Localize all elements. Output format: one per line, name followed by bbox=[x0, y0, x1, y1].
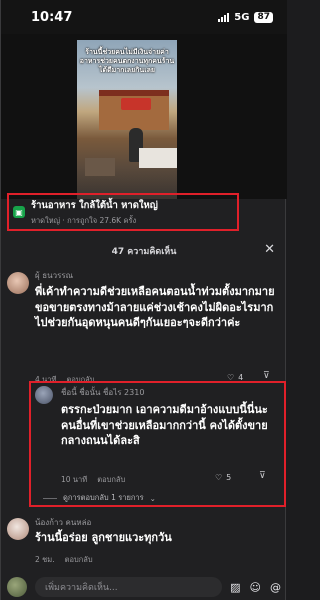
reply-button[interactable]: ตอบกลับ bbox=[97, 474, 125, 486]
comment-body: พี่เค้าทำความดีช่วยเหลือคนตอนน้ำท่วมตั้ง… bbox=[35, 285, 275, 329]
comment-input[interactable]: เพิ่มความคิดเห็น... bbox=[35, 577, 223, 597]
network-label: 5G bbox=[234, 11, 250, 23]
heart-icon: ♡ bbox=[215, 473, 223, 482]
image-icon[interactable]: ▨ bbox=[230, 581, 240, 594]
like-button[interactable]: ♡ 5 bbox=[215, 473, 231, 482]
signal-icon bbox=[218, 12, 230, 22]
comments-screen: 10:47 5G 87 ร้านนี้ช่วยคนไม่มีเงินจ่ายค่… bbox=[0, 0, 287, 600]
comments-count: 47 ความคิดเห็น bbox=[111, 247, 177, 257]
status-time: 10:47 bbox=[31, 9, 73, 25]
comment-body: ตรรกะป่วยมาก เอาความดีมาอ้างแบบนี้นี่นะ … bbox=[61, 403, 268, 447]
like-count: 5 bbox=[226, 473, 232, 482]
view-replies-button[interactable]: ดูการตอบกลับ 1 รายการ ⌄ bbox=[43, 492, 156, 504]
page-icon: ▣ bbox=[13, 206, 25, 218]
emoji-icon[interactable]: ☺ bbox=[250, 581, 261, 594]
comment-body: ร้านนี้อร่อย ลูกชายแวะทุกวัน bbox=[35, 531, 172, 544]
comment-footer: 2 ชม. ตอบกลับ bbox=[35, 554, 93, 566]
comment-username[interactable]: ชื่อนี้ ชื่อนั้น ชื่อไร 2310 bbox=[61, 386, 144, 399]
replies-line bbox=[43, 497, 57, 499]
comment-username[interactable]: ผุ้ ธนวรรณ bbox=[35, 269, 73, 282]
comment-username[interactable]: น้องก้าว คนหล่อ bbox=[35, 516, 91, 529]
close-icon[interactable]: ✕ bbox=[264, 242, 275, 257]
view-replies-label: ดูการตอบกลับ 1 รายการ bbox=[63, 493, 144, 502]
video-thumbnail[interactable]: ร้านนี้ช่วยคนไม่มีเงินจ่ายค่าอาหารช่วยคน… bbox=[77, 40, 177, 199]
table-shape bbox=[139, 148, 177, 168]
comment-time: 2 ชม. bbox=[35, 555, 55, 564]
reply-button[interactable]: ตอบกลับ bbox=[65, 554, 93, 566]
boxes-shape bbox=[85, 158, 115, 176]
chevron-down-icon: ⌄ bbox=[149, 493, 156, 503]
status-indicators: 5G 87 bbox=[218, 11, 273, 23]
building-shape bbox=[99, 90, 169, 130]
avatar[interactable] bbox=[7, 518, 29, 540]
source-title[interactable]: ร้านอาหาร ใกล้ใต้น้ำ หาดใหญ่ bbox=[31, 198, 158, 213]
input-actions: ▨ ☺ @ bbox=[230, 581, 281, 594]
status-bar: 10:47 5G 87 bbox=[1, 0, 287, 34]
battery-icon: 87 bbox=[254, 11, 273, 23]
video-area[interactable]: ร้านนี้ช่วยคนไม่มีเงินจ่ายค่าอาหารช่วยคน… bbox=[1, 34, 287, 199]
dislike-icon[interactable]: ⊽ bbox=[259, 471, 266, 481]
shop-sign-shape bbox=[121, 98, 151, 110]
avatar[interactable] bbox=[7, 272, 29, 294]
source-card[interactable]: ▣ ร้านอาหาร ใกล้ใต้น้ำ หาดใหญ่ หาดใหญ่ ·… bbox=[7, 193, 239, 231]
avatar[interactable] bbox=[35, 386, 53, 404]
mention-icon[interactable]: @ bbox=[270, 581, 281, 594]
comment-time: 10 นาที bbox=[61, 475, 88, 484]
current-user-avatar bbox=[7, 577, 27, 597]
source-meta: หาดใหญ่ · การถูกใจ 27.6K ครั้ง bbox=[31, 215, 137, 225]
comment-input-bar: เพิ่มความคิดเห็น... ▨ ☺ @ bbox=[1, 574, 287, 600]
video-overlay-text: ร้านนี้ช่วยคนไม่มีเงินจ่ายค่าอาหารช่วยคน… bbox=[79, 48, 175, 74]
comment-footer: 10 นาที ตอบกลับ bbox=[61, 474, 125, 486]
dislike-icon[interactable]: ⊽ bbox=[263, 371, 270, 381]
